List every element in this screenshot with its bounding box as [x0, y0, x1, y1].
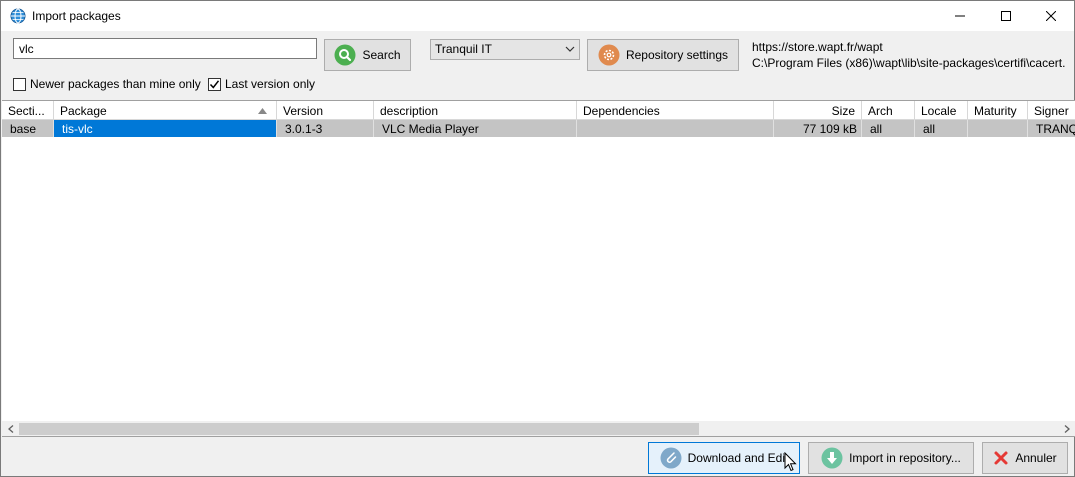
- window-title: Import packages: [32, 9, 121, 23]
- repository-url: https://store.wapt.fr/wapt: [752, 40, 883, 54]
- cancel-label: Annuler: [1015, 451, 1057, 465]
- chevron-down-icon: [565, 46, 575, 52]
- sort-ascending-icon: [258, 108, 267, 114]
- mouse-cursor-icon: [784, 452, 797, 472]
- cell-maturity[interactable]: [968, 120, 1028, 137]
- search-button-label: Search: [362, 48, 401, 62]
- minimize-icon: [955, 15, 965, 17]
- horizontal-scrollbar[interactable]: [2, 421, 1075, 436]
- checkmark-icon: [209, 79, 220, 89]
- cell-section[interactable]: base: [2, 120, 54, 137]
- title-bar: Import packages: [1, 1, 1074, 31]
- newer-packages-checkbox[interactable]: Newer packages than mine only: [13, 77, 201, 91]
- download-arrow-icon: [821, 447, 843, 469]
- scrollbar-thumb[interactable]: [19, 423, 699, 435]
- paperclip-icon: [660, 447, 682, 469]
- packages-grid[interactable]: Secti... Package Version description Dep…: [2, 100, 1075, 437]
- grid-header: Secti... Package Version description Dep…: [2, 101, 1075, 120]
- download-and-edit-label: Download and Edit: [687, 451, 789, 465]
- cell-package[interactable]: tis-vlc: [54, 120, 277, 137]
- cell-signer[interactable]: TRANQ: [1028, 120, 1075, 137]
- column-header-maturity[interactable]: Maturity: [968, 101, 1028, 120]
- certificate-path: C:\Program Files (x86)\wapt\lib\site-pac…: [752, 56, 1066, 70]
- search-icon: [334, 44, 356, 66]
- scroll-right-button[interactable]: [1058, 421, 1075, 436]
- cell-description[interactable]: VLC Media Player: [374, 120, 577, 137]
- column-header-description[interactable]: description: [374, 101, 577, 120]
- search-input[interactable]: [13, 38, 317, 59]
- column-header-package-label: Package: [60, 104, 107, 118]
- column-header-locale[interactable]: Locale: [915, 101, 968, 120]
- checkbox-checked[interactable]: [208, 77, 221, 91]
- scroll-left-button[interactable]: [2, 421, 19, 436]
- cell-version[interactable]: 3.0.1-3: [277, 120, 374, 137]
- cell-arch[interactable]: all: [862, 120, 915, 137]
- maximize-icon: [1001, 11, 1011, 21]
- column-header-package[interactable]: Package: [54, 101, 277, 120]
- import-in-repository-button[interactable]: Import in repository...: [808, 442, 974, 474]
- chevron-right-icon: [1064, 425, 1070, 433]
- maximize-button[interactable]: [983, 1, 1029, 31]
- cell-size[interactable]: 77 109 kB: [774, 120, 862, 137]
- repository-settings-label: Repository settings: [625, 48, 729, 62]
- checkbox-unchecked[interactable]: [13, 77, 26, 91]
- cancel-x-icon: [994, 451, 1008, 465]
- minimize-button[interactable]: [937, 1, 983, 31]
- last-version-label: Last version only: [225, 77, 316, 91]
- import-in-repository-label: Import in repository...: [849, 451, 961, 465]
- repository-settings-button[interactable]: Repository settings: [587, 39, 739, 71]
- newer-packages-label: Newer packages than mine only: [30, 77, 201, 91]
- cell-locale[interactable]: all: [915, 120, 968, 137]
- repository-select-value: Tranquil IT: [435, 42, 492, 56]
- column-header-version[interactable]: Version: [277, 101, 374, 120]
- repository-select[interactable]: Tranquil IT: [430, 39, 580, 60]
- search-button[interactable]: Search: [324, 39, 411, 71]
- column-header-size[interactable]: Size: [774, 101, 862, 120]
- last-version-checkbox[interactable]: Last version only: [208, 77, 315, 91]
- close-icon: [1046, 11, 1056, 21]
- chevron-left-icon: [7, 425, 13, 433]
- column-header-arch[interactable]: Arch: [862, 101, 915, 120]
- cell-dependencies[interactable]: [577, 120, 774, 137]
- column-header-section[interactable]: Secti...: [2, 101, 54, 120]
- download-and-edit-button[interactable]: Download and Edit: [648, 442, 800, 474]
- gear-icon: [598, 44, 620, 66]
- cancel-button[interactable]: Annuler: [982, 442, 1068, 474]
- column-header-signer[interactable]: Signer: [1028, 101, 1075, 120]
- column-header-dependencies[interactable]: Dependencies: [577, 101, 774, 120]
- table-row[interactable]: base tis-vlc 3.0.1-3 VLC Media Player 77…: [2, 120, 1075, 137]
- import-packages-window: Import packages Search Tranquil IT Repos…: [0, 0, 1075, 477]
- close-button[interactable]: [1028, 1, 1074, 31]
- globe-icon: [10, 8, 26, 24]
